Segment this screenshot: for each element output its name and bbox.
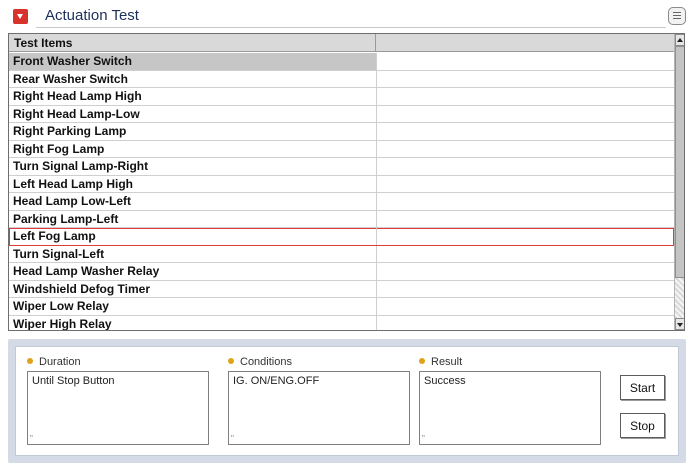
table-row[interactable]: Parking Lamp-Left [9,210,674,228]
table-row[interactable]: Rear Washer Switch [9,70,674,88]
test-value-cell [377,316,674,331]
grid-header: Test Items [9,34,674,52]
title-bar: Actuation Test [0,0,700,32]
test-value-cell [377,228,674,245]
column-header-test-items[interactable]: Test Items [9,34,376,52]
test-item-cell: Wiper Low Relay [9,298,377,315]
table-row[interactable]: Right Fog Lamp [9,140,674,158]
column-header-value[interactable] [376,34,674,52]
list-menu-icon[interactable] [668,7,686,25]
test-value-cell [377,281,674,298]
stop-button[interactable]: Stop [620,413,665,438]
test-item-cell: Head Lamp Low-Left [9,193,377,210]
scroll-down-arrow-icon[interactable] [675,318,684,330]
duration-label: Duration [27,356,81,368]
resize-grip-icon: " [422,434,425,443]
test-value-cell [377,106,674,123]
conditions-label: Conditions [228,356,292,368]
test-item-cell: Turn Signal-Left [9,245,377,263]
conditions-field[interactable]: IG. ON/ENG.OFF " [228,371,410,445]
test-item-cell: Wiper High Relay [9,315,377,330]
test-item-cell: Right Parking Lamp [9,123,377,140]
table-row[interactable]: Right Parking Lamp [9,123,674,141]
result-label: Result [419,356,462,368]
bullet-icon [419,358,425,364]
test-items-grid: Test Items Front Washer Switch Rear Wash… [8,33,685,331]
table-row[interactable]: Right Head Lamp-Low [9,105,674,123]
test-item-cell: Parking Lamp-Left [9,210,377,228]
scrollbar-track[interactable] [675,278,684,318]
test-item-cell: Turn Signal Lamp-Right [9,158,377,175]
test-value-cell [377,193,674,210]
test-value-cell [377,176,674,193]
test-item-cell: Head Lamp Washer Relay [9,263,377,280]
table-row[interactable]: Head Lamp Low-Left [9,193,674,211]
details-panel-inner: Duration Until Stop Button " Conditions … [15,346,679,456]
test-value-cell [377,88,674,105]
duration-value: Until Stop Button [32,375,115,387]
duration-field[interactable]: Until Stop Button " [27,371,209,445]
table-row[interactable]: Left Head Lamp High [9,175,674,193]
table-row[interactable]: Turn Signal Lamp-Right [9,158,674,176]
test-item-cell: Right Head Lamp-Low [9,105,377,123]
test-value-cell [377,53,674,70]
test-value-cell [377,158,674,175]
test-item-cell: Right Head Lamp High [9,88,377,105]
table-row[interactable]: Front Washer Switch [9,53,674,71]
test-value-cell [377,211,674,228]
resize-grip-icon: " [231,434,234,443]
test-value-cell [377,71,674,88]
table-row-highlighted[interactable]: Left Fog Lamp [9,228,674,246]
test-value-cell [377,123,674,140]
result-field[interactable]: Success " [419,371,601,445]
table-row[interactable]: Wiper Low Relay [9,298,674,316]
bullet-icon [27,358,33,364]
title-divider [36,27,666,28]
bullet-icon [228,358,234,364]
start-button[interactable]: Start [620,375,665,400]
details-panel: Duration Until Stop Button " Conditions … [8,339,686,463]
test-value-cell [377,246,674,263]
test-item-cell: Rear Washer Switch [9,70,377,88]
table-row[interactable]: Windshield Defog Timer [9,280,674,298]
result-value: Success [424,375,466,387]
table-row[interactable]: Right Head Lamp High [9,88,674,106]
table-row[interactable]: Turn Signal-Left [9,245,674,263]
test-value-cell [377,298,674,315]
test-item-cell: Left Fog Lamp [9,228,377,245]
test-item-cell: Front Washer Switch [9,53,377,70]
test-item-cell: Left Head Lamp High [9,175,377,193]
table-row[interactable]: Wiper High Relay [9,315,674,331]
test-value-cell [377,141,674,158]
test-value-cell [377,263,674,280]
test-item-cell: Right Fog Lamp [9,140,377,158]
vertical-scrollbar[interactable] [674,34,684,330]
conditions-value: IG. ON/ENG.OFF [233,375,320,387]
table-row[interactable]: Head Lamp Washer Relay [9,263,674,281]
scrollbar-thumb[interactable] [675,46,684,278]
page-title: Actuation Test [45,7,139,24]
test-item-cell: Windshield Defog Timer [9,280,377,298]
resize-grip-icon: " [30,434,33,443]
scroll-up-arrow-icon[interactable] [675,34,684,46]
dropdown-arrow-icon[interactable] [13,9,28,24]
